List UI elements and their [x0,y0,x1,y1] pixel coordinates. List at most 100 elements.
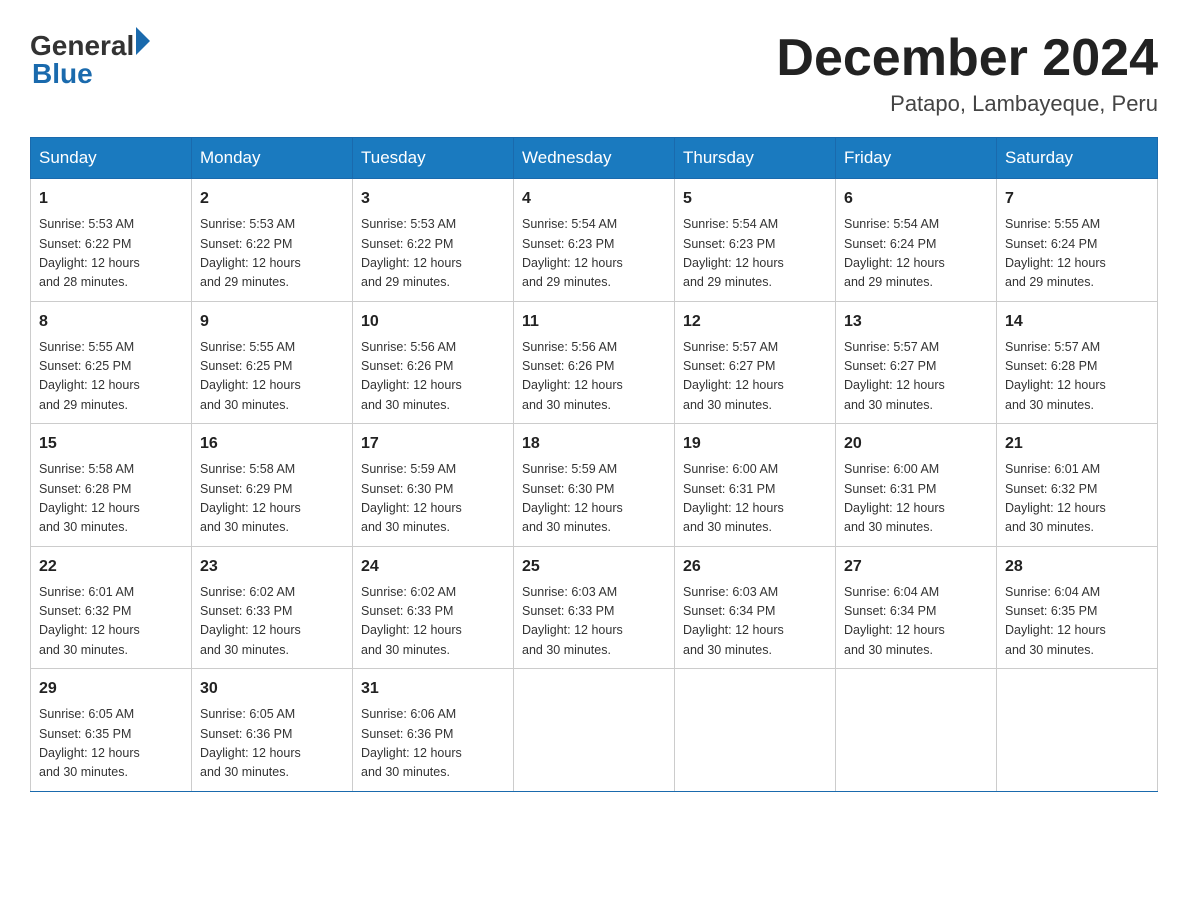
calendar-week-row: 22 Sunrise: 6:01 AM Sunset: 6:32 PM Dayl… [31,546,1158,669]
day-info: Sunrise: 5:58 AM Sunset: 6:28 PM Dayligh… [39,460,183,538]
calendar-day-cell: 9 Sunrise: 5:55 AM Sunset: 6:25 PM Dayli… [192,301,353,424]
day-info: Sunrise: 5:55 AM Sunset: 6:25 PM Dayligh… [200,338,344,416]
calendar-day-cell: 10 Sunrise: 5:56 AM Sunset: 6:26 PM Dayl… [353,301,514,424]
calendar-day-cell: 2 Sunrise: 5:53 AM Sunset: 6:22 PM Dayli… [192,179,353,302]
day-info: Sunrise: 5:56 AM Sunset: 6:26 PM Dayligh… [361,338,505,416]
day-number: 4 [522,187,666,211]
calendar-day-cell: 4 Sunrise: 5:54 AM Sunset: 6:23 PM Dayli… [514,179,675,302]
day-of-week-header: Tuesday [353,138,514,179]
day-number: 10 [361,310,505,334]
day-number: 14 [1005,310,1149,334]
title-block: December 2024 Patapo, Lambayeque, Peru [776,30,1158,117]
day-info: Sunrise: 5:58 AM Sunset: 6:29 PM Dayligh… [200,460,344,538]
calendar-day-cell: 23 Sunrise: 6:02 AM Sunset: 6:33 PM Dayl… [192,546,353,669]
calendar-week-row: 1 Sunrise: 5:53 AM Sunset: 6:22 PM Dayli… [31,179,1158,302]
day-number: 18 [522,432,666,456]
logo-triangle-icon [136,27,150,55]
calendar-day-cell: 13 Sunrise: 5:57 AM Sunset: 6:27 PM Dayl… [836,301,997,424]
day-info: Sunrise: 5:59 AM Sunset: 6:30 PM Dayligh… [361,460,505,538]
day-info: Sunrise: 6:05 AM Sunset: 6:35 PM Dayligh… [39,705,183,783]
day-info: Sunrise: 6:03 AM Sunset: 6:34 PM Dayligh… [683,583,827,661]
day-info: Sunrise: 5:53 AM Sunset: 6:22 PM Dayligh… [200,215,344,293]
day-info: Sunrise: 6:03 AM Sunset: 6:33 PM Dayligh… [522,583,666,661]
day-number: 6 [844,187,988,211]
calendar-day-cell: 11 Sunrise: 5:56 AM Sunset: 6:26 PM Dayl… [514,301,675,424]
day-info: Sunrise: 6:04 AM Sunset: 6:34 PM Dayligh… [844,583,988,661]
calendar-day-cell: 12 Sunrise: 5:57 AM Sunset: 6:27 PM Dayl… [675,301,836,424]
calendar-day-cell: 26 Sunrise: 6:03 AM Sunset: 6:34 PM Dayl… [675,546,836,669]
day-number: 27 [844,555,988,579]
calendar-day-cell: 15 Sunrise: 5:58 AM Sunset: 6:28 PM Dayl… [31,424,192,547]
calendar-day-cell: 18 Sunrise: 5:59 AM Sunset: 6:30 PM Dayl… [514,424,675,547]
day-number: 7 [1005,187,1149,211]
day-info: Sunrise: 5:59 AM Sunset: 6:30 PM Dayligh… [522,460,666,538]
calendar-day-cell: 21 Sunrise: 6:01 AM Sunset: 6:32 PM Dayl… [997,424,1158,547]
logo: General Blue [30,30,150,90]
logo-blue: Blue [32,58,93,90]
day-number: 28 [1005,555,1149,579]
calendar-day-cell [675,669,836,792]
calendar-day-cell: 31 Sunrise: 6:06 AM Sunset: 6:36 PM Dayl… [353,669,514,792]
day-info: Sunrise: 5:53 AM Sunset: 6:22 PM Dayligh… [361,215,505,293]
calendar-header-row: SundayMondayTuesdayWednesdayThursdayFrid… [31,138,1158,179]
calendar-day-cell: 14 Sunrise: 5:57 AM Sunset: 6:28 PM Dayl… [997,301,1158,424]
day-of-week-header: Sunday [31,138,192,179]
calendar-day-cell: 8 Sunrise: 5:55 AM Sunset: 6:25 PM Dayli… [31,301,192,424]
day-number: 25 [522,555,666,579]
calendar-day-cell: 3 Sunrise: 5:53 AM Sunset: 6:22 PM Dayli… [353,179,514,302]
day-number: 23 [200,555,344,579]
day-info: Sunrise: 5:55 AM Sunset: 6:25 PM Dayligh… [39,338,183,416]
day-number: 12 [683,310,827,334]
day-info: Sunrise: 6:04 AM Sunset: 6:35 PM Dayligh… [1005,583,1149,661]
day-number: 26 [683,555,827,579]
day-of-week-header: Saturday [997,138,1158,179]
calendar-day-cell: 25 Sunrise: 6:03 AM Sunset: 6:33 PM Dayl… [514,546,675,669]
day-number: 22 [39,555,183,579]
day-info: Sunrise: 6:05 AM Sunset: 6:36 PM Dayligh… [200,705,344,783]
calendar-day-cell [997,669,1158,792]
location-subtitle: Patapo, Lambayeque, Peru [776,91,1158,117]
day-number: 21 [1005,432,1149,456]
day-of-week-header: Friday [836,138,997,179]
calendar-week-row: 8 Sunrise: 5:55 AM Sunset: 6:25 PM Dayli… [31,301,1158,424]
day-info: Sunrise: 6:00 AM Sunset: 6:31 PM Dayligh… [683,460,827,538]
day-number: 13 [844,310,988,334]
calendar-day-cell: 5 Sunrise: 5:54 AM Sunset: 6:23 PM Dayli… [675,179,836,302]
day-number: 1 [39,187,183,211]
day-number: 8 [39,310,183,334]
day-number: 30 [200,677,344,701]
day-number: 17 [361,432,505,456]
day-number: 15 [39,432,183,456]
calendar-day-cell [836,669,997,792]
day-number: 11 [522,310,666,334]
day-number: 24 [361,555,505,579]
day-info: Sunrise: 5:57 AM Sunset: 6:28 PM Dayligh… [1005,338,1149,416]
day-number: 16 [200,432,344,456]
calendar-day-cell: 19 Sunrise: 6:00 AM Sunset: 6:31 PM Dayl… [675,424,836,547]
day-of-week-header: Monday [192,138,353,179]
day-info: Sunrise: 5:55 AM Sunset: 6:24 PM Dayligh… [1005,215,1149,293]
calendar-day-cell: 17 Sunrise: 5:59 AM Sunset: 6:30 PM Dayl… [353,424,514,547]
calendar-day-cell: 24 Sunrise: 6:02 AM Sunset: 6:33 PM Dayl… [353,546,514,669]
calendar-day-cell: 30 Sunrise: 6:05 AM Sunset: 6:36 PM Dayl… [192,669,353,792]
day-info: Sunrise: 5:57 AM Sunset: 6:27 PM Dayligh… [844,338,988,416]
calendar-day-cell: 1 Sunrise: 5:53 AM Sunset: 6:22 PM Dayli… [31,179,192,302]
calendar-day-cell: 29 Sunrise: 6:05 AM Sunset: 6:35 PM Dayl… [31,669,192,792]
calendar-week-row: 15 Sunrise: 5:58 AM Sunset: 6:28 PM Dayl… [31,424,1158,547]
calendar-table: SundayMondayTuesdayWednesdayThursdayFrid… [30,137,1158,792]
day-number: 20 [844,432,988,456]
day-number: 5 [683,187,827,211]
day-number: 19 [683,432,827,456]
day-info: Sunrise: 5:54 AM Sunset: 6:23 PM Dayligh… [683,215,827,293]
calendar-day-cell: 20 Sunrise: 6:00 AM Sunset: 6:31 PM Dayl… [836,424,997,547]
calendar-day-cell: 27 Sunrise: 6:04 AM Sunset: 6:34 PM Dayl… [836,546,997,669]
calendar-day-cell: 7 Sunrise: 5:55 AM Sunset: 6:24 PM Dayli… [997,179,1158,302]
page-header: General Blue December 2024 Patapo, Lamba… [30,30,1158,117]
day-info: Sunrise: 5:56 AM Sunset: 6:26 PM Dayligh… [522,338,666,416]
day-info: Sunrise: 5:57 AM Sunset: 6:27 PM Dayligh… [683,338,827,416]
month-year-title: December 2024 [776,30,1158,87]
day-number: 2 [200,187,344,211]
calendar-day-cell: 16 Sunrise: 5:58 AM Sunset: 6:29 PM Dayl… [192,424,353,547]
day-of-week-header: Wednesday [514,138,675,179]
day-info: Sunrise: 6:02 AM Sunset: 6:33 PM Dayligh… [361,583,505,661]
